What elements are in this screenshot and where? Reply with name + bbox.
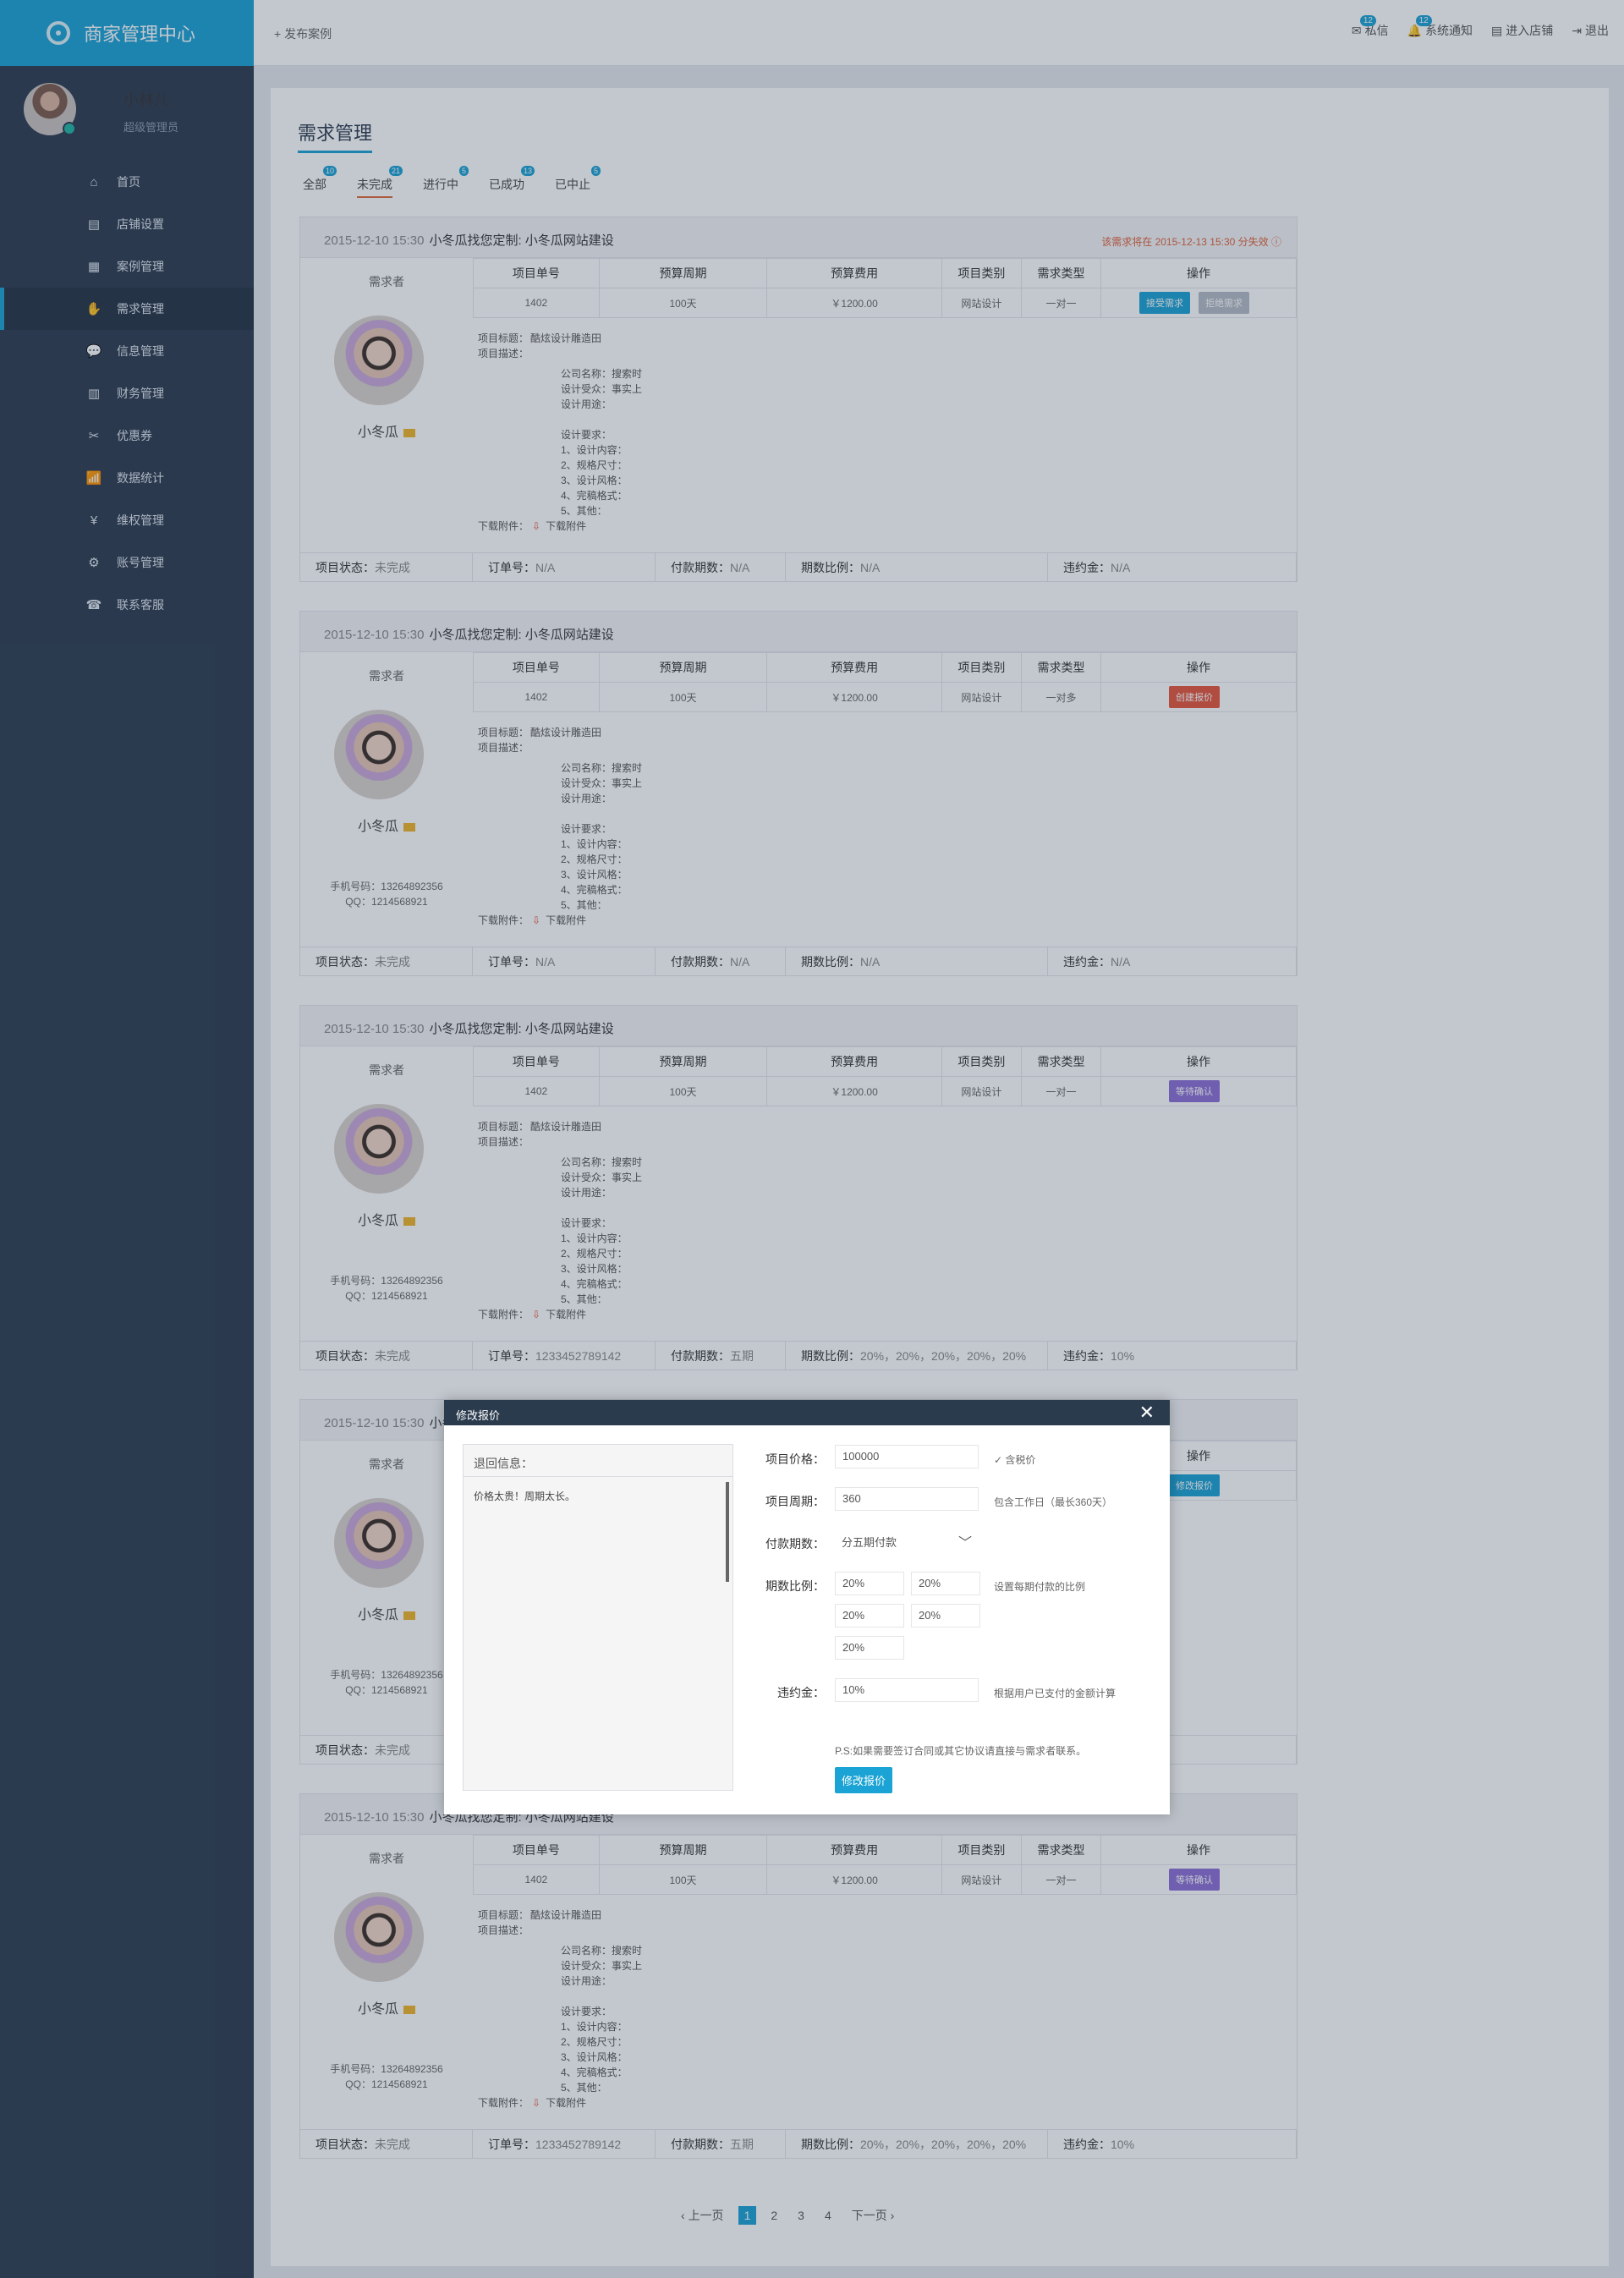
reject-info-box: 退回信息： 价格太贵！周期太长。 (463, 1444, 733, 1791)
ratio-input-3[interactable]: 20% (835, 1604, 904, 1628)
reject-scrollbar[interactable] (726, 1482, 729, 1582)
ratio-label: 期数比例： (765, 1579, 825, 1593)
ratio-input-2[interactable]: 20% (911, 1572, 980, 1595)
tax-included-checkbox[interactable]: ✓ 含税价 (994, 1452, 1035, 1467)
chevron-down-icon: ﹀ (957, 1536, 972, 1551)
ratio-input-1[interactable]: 20% (835, 1572, 904, 1595)
modal-overlay[interactable] (0, 0, 1624, 2278)
reject-info-title: 退回信息： (464, 1445, 732, 1477)
pay-periods-value: 分五期付款 (842, 1536, 897, 1549)
edit-quote-modal: 修改报价 ✕ 退回信息： 价格太贵！周期太长。 项目价格： 100000 ✓ 含… (444, 1400, 1170, 1814)
period-label: 项目周期： (765, 1495, 825, 1508)
modal-header: 修改报价 (444, 1400, 1170, 1425)
ratio-input-4[interactable]: 20% (911, 1604, 980, 1628)
save-quote-button[interactable]: 修改报价 (835, 1767, 893, 1793)
period-input[interactable]: 360 (835, 1487, 979, 1511)
penalty-label: 违约金： (777, 1686, 825, 1699)
ratio-note: 设置每期付款的比例 (994, 1581, 1086, 1593)
reject-info-text: 价格太贵！周期太长。 (474, 1490, 576, 1502)
pay-periods-label: 付款期数： (765, 1537, 825, 1551)
ratio-input-5[interactable]: 20% (835, 1636, 904, 1660)
price-input[interactable]: 100000 (835, 1445, 979, 1468)
ps-note: P.S:如果需要签订合同或其它协议请直接与需求者联系。 (835, 1745, 1087, 1757)
price-label: 项目价格： (765, 1452, 825, 1466)
modal-title: 修改报价 (456, 1409, 501, 1422)
penalty-note: 根据用户已支付的金额计算 (994, 1688, 1116, 1699)
pay-periods-select[interactable]: 分五期付款 ﹀ (835, 1529, 979, 1553)
penalty-input[interactable]: 10% (835, 1678, 979, 1702)
close-icon[interactable]: ✕ (1139, 1402, 1155, 1424)
period-note: 包含工作日（最长360天） (994, 1496, 1113, 1508)
